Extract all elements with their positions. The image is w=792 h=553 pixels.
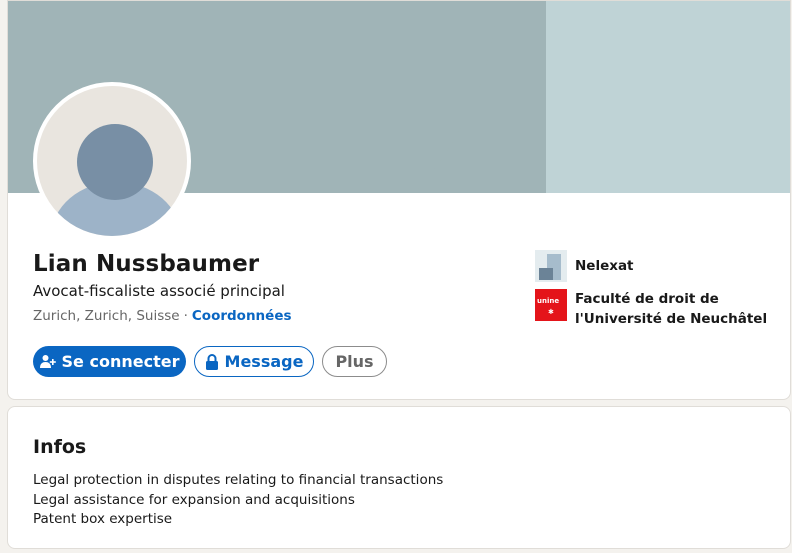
banner-panel	[546, 1, 790, 193]
unine-logo: unine ✱	[535, 289, 567, 321]
organization-name: Nelexat	[575, 258, 634, 274]
organization-nelexat[interactable]: Nelexat	[535, 250, 775, 282]
connect-button[interactable]: Se connecter	[33, 346, 186, 377]
about-line: Patent box expertise	[33, 511, 173, 527]
profile-name: Lian Nussbaumer	[33, 251, 260, 277]
profile-headline: Avocat-fiscaliste associé principal	[33, 282, 285, 300]
star-icon: ✱	[548, 308, 554, 316]
avatar[interactable]	[33, 82, 191, 240]
unine-logo-text: unine	[537, 297, 560, 305]
connect-label: Se connecter	[61, 352, 180, 371]
lock-icon	[205, 353, 219, 370]
message-button[interactable]: Message	[194, 346, 314, 377]
location-row: Zurich, Zurich, Suisse · Coordonnées	[33, 308, 292, 324]
more-label: Plus	[335, 352, 374, 371]
add-person-icon	[39, 354, 56, 370]
avatar-head-shape	[77, 124, 153, 200]
about-text: Legal protection in disputes relating to…	[33, 471, 443, 530]
profile-location: Zurich, Zurich, Suisse	[33, 308, 180, 324]
about-section: Infos Legal protection in disputes relat…	[7, 406, 791, 549]
separator: ·	[183, 308, 188, 324]
profile-card: Lian Nussbaumer Avocat-fiscaliste associ…	[7, 0, 791, 400]
about-line: Legal assistance for expansion and acqui…	[33, 491, 355, 508]
organization-name: Faculté de droit de l'Université de Neuc…	[575, 291, 768, 327]
more-button[interactable]: Plus	[322, 346, 387, 377]
contact-info-link[interactable]: Coordonnées	[192, 308, 292, 324]
organization-unine[interactable]: unine ✱ Faculté de droit de l'Université…	[535, 289, 775, 329]
nelexat-logo	[535, 250, 567, 282]
about-line: Legal protection in disputes relating to…	[33, 472, 444, 488]
about-title: Infos	[33, 436, 87, 458]
message-label: Message	[224, 352, 304, 371]
